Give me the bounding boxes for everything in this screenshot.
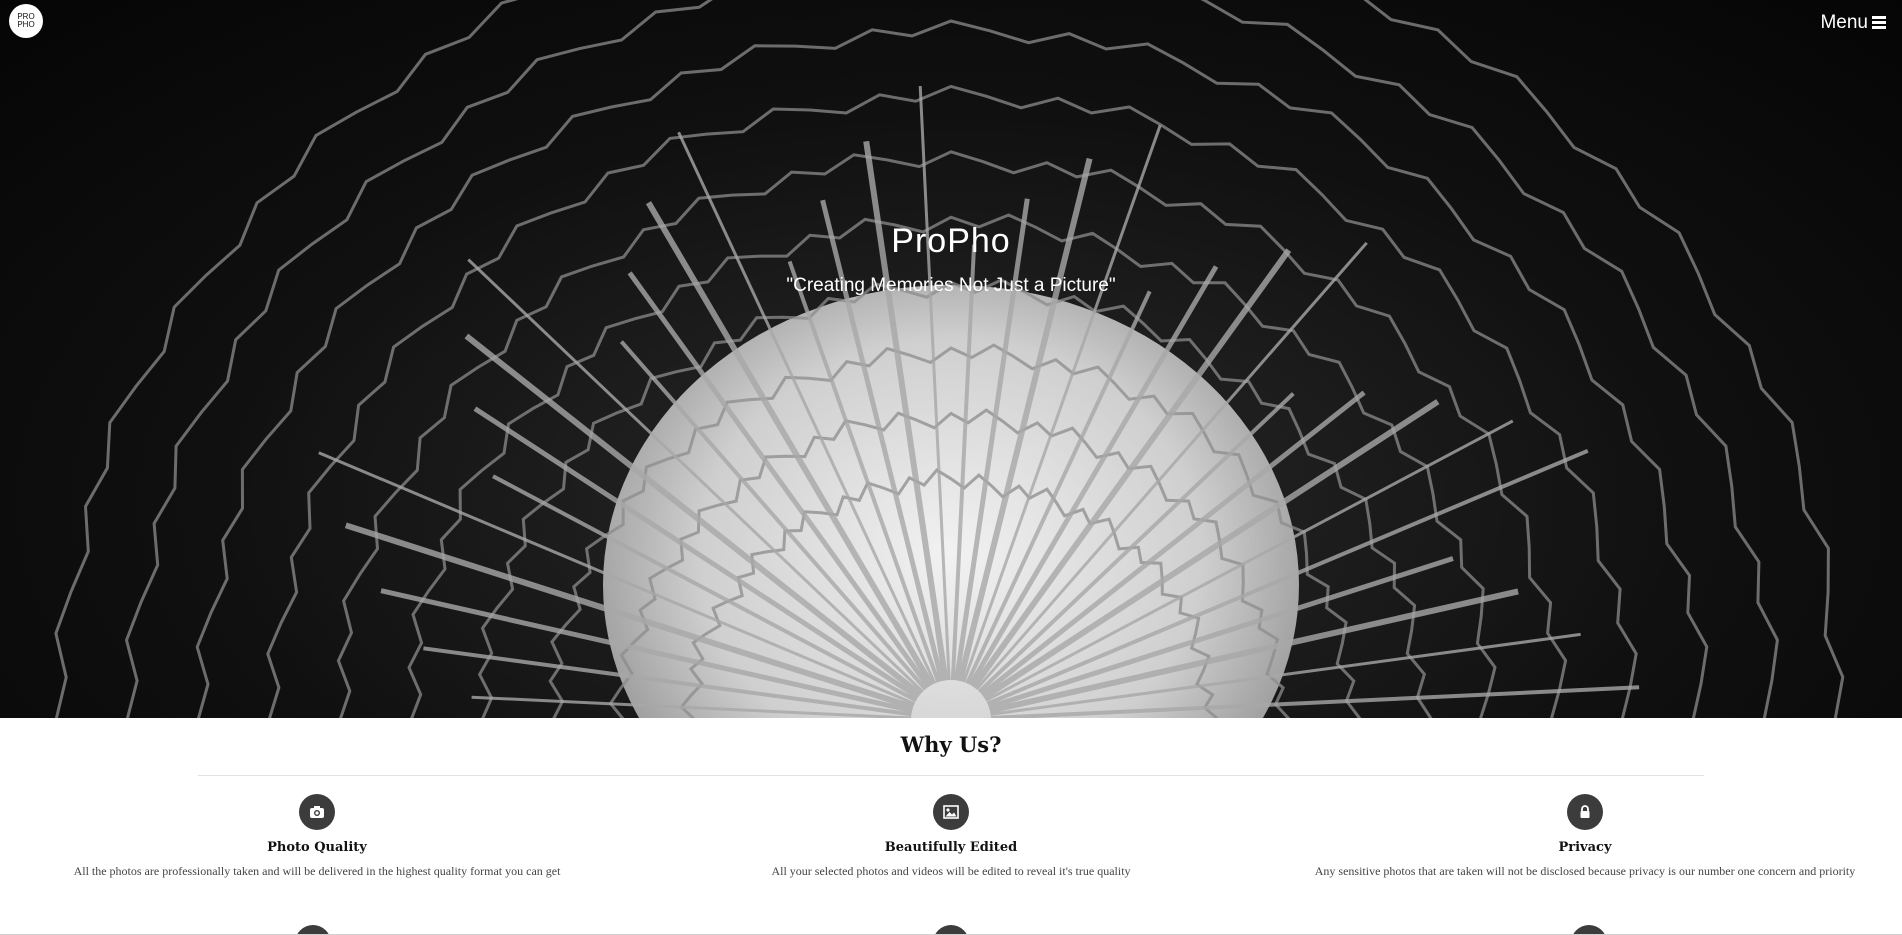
why-us-section: Why Us? Photo Quality All the photos are… bbox=[0, 718, 1902, 935]
menu-label: Menu bbox=[1820, 12, 1868, 33]
hero-tagline: "Creating Memories Not Just a Picture" bbox=[786, 275, 1116, 296]
lock-icon bbox=[1567, 794, 1603, 830]
hero-section: PRO PHO Menu ProPho "Creating Memories N… bbox=[0, 0, 1902, 718]
section-divider bbox=[198, 775, 1704, 776]
feature-description: Any sensitive photos that are taken will… bbox=[1314, 864, 1856, 878]
hamburger-icon bbox=[1872, 16, 1886, 30]
hero-title: ProPho bbox=[891, 222, 1011, 260]
image-icon bbox=[933, 794, 969, 830]
page: PRO PHO Menu ProPho "Creating Memories N… bbox=[0, 0, 1902, 935]
feature-description: All the photos are professionally taken … bbox=[73, 864, 561, 878]
feature-title: Privacy bbox=[1558, 840, 1612, 855]
feature-privacy: Privacy Any sensitive photos that are ta… bbox=[1268, 794, 1902, 879]
feature-description: All your selected photos and videos will… bbox=[771, 864, 1131, 878]
feature-title: Beautifully Edited bbox=[884, 840, 1018, 855]
camera-icon bbox=[299, 794, 335, 830]
section-heading: Why Us? bbox=[900, 732, 1002, 757]
menu-button[interactable]: Menu bbox=[1820, 12, 1886, 34]
logo-text: PRO PHO bbox=[17, 12, 35, 29]
feature-beautifully-edited: Beautifully Edited All your selected pho… bbox=[634, 794, 1268, 879]
hero-background-image bbox=[54, 0, 1845, 718]
feature-title: Photo Quality bbox=[267, 840, 367, 855]
feature-photo-quality: Photo Quality All the photos are profess… bbox=[0, 794, 634, 879]
logo[interactable]: PRO PHO bbox=[9, 4, 43, 38]
